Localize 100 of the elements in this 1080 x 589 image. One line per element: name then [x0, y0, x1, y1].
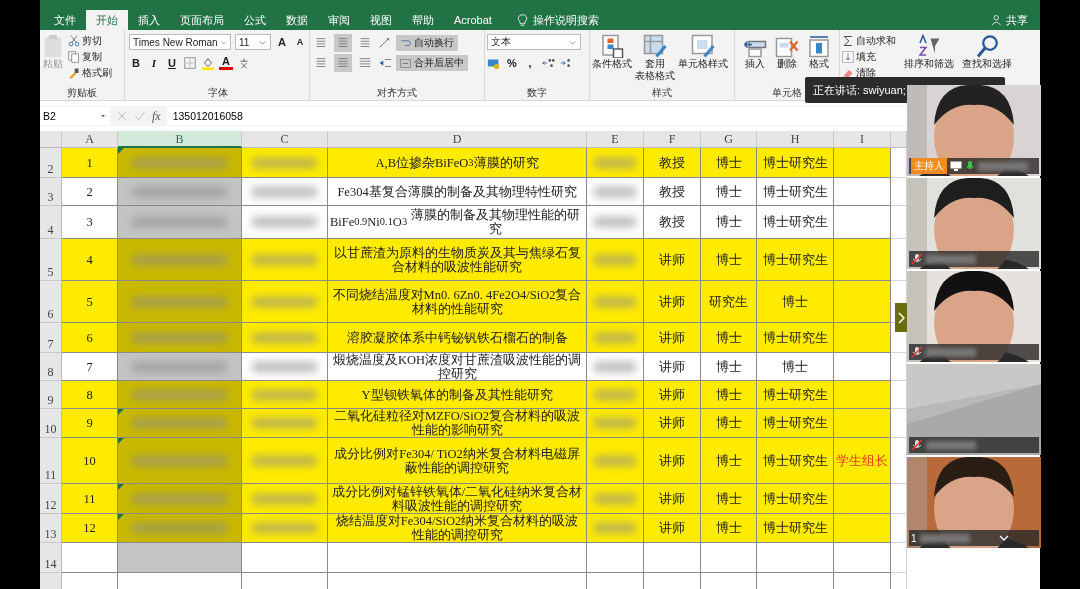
delete-cells-button[interactable]: 删除: [775, 34, 799, 86]
row-header[interactable]: 4: [40, 206, 62, 239]
row-header[interactable]: 7: [40, 323, 62, 353]
scissors-icon[interactable]: [68, 35, 80, 47]
column-header[interactable]: D: [328, 131, 587, 148]
wrap-text-button[interactable]: 自动换行: [396, 35, 458, 51]
row-header[interactable]: 5: [40, 239, 62, 281]
format-as-table-button[interactable]: 套用 表格格式: [635, 34, 675, 86]
copy-button[interactable]: 复制: [68, 50, 112, 64]
tell-me-search[interactable]: 操作说明搜索: [532, 12, 599, 28]
column-header[interactable]: F: [644, 131, 701, 148]
row-header[interactable]: 3: [40, 178, 62, 206]
row-header[interactable]: 12: [40, 484, 62, 514]
align-button[interactable]: [334, 54, 352, 72]
person-icon[interactable]: [991, 14, 1003, 26]
indent-icon[interactable]: [378, 56, 392, 70]
ribbon-tab[interactable]: 插入: [128, 10, 170, 30]
borders-icon[interactable]: [183, 56, 197, 70]
merge-icon[interactable]: [400, 57, 411, 69]
table-cell: 博士: [701, 381, 757, 409]
mic-icon[interactable]: [965, 160, 975, 172]
column-header[interactable]: H: [757, 131, 834, 148]
check-icon[interactable]: [134, 110, 146, 122]
clipboard-icon[interactable]: [42, 34, 64, 58]
shrink-font-button[interactable]: A: [293, 37, 307, 47]
font-size-field[interactable]: 11: [235, 34, 271, 50]
table-cell: 研究生: [701, 281, 757, 323]
cell-style-icon[interactable]: [691, 34, 715, 58]
insert-function-button[interactable]: fx: [152, 108, 161, 124]
ribbon-tab[interactable]: Acrobat: [444, 10, 502, 30]
format-painter-button[interactable]: 格式刷: [68, 66, 112, 80]
screen-share-icon[interactable]: [950, 161, 962, 171]
row-header[interactable]: 2: [40, 148, 62, 178]
row-header[interactable]: 11: [40, 438, 62, 484]
chevron-down-icon[interactable]: [999, 535, 1009, 541]
underline-button[interactable]: U: [165, 57, 179, 69]
orientation-icon[interactable]: [378, 36, 392, 50]
table-cell: Y型钡铁氧体的制备及其性能研究: [328, 381, 587, 409]
muted-mic-icon[interactable]: [911, 253, 923, 265]
decimal-decrease-icon[interactable]: [559, 56, 573, 70]
cell-styles-button[interactable]: 单元格样式: [678, 34, 728, 86]
grow-font-button[interactable]: A: [275, 36, 289, 48]
ribbon-tab[interactable]: 文件: [44, 10, 86, 30]
ribbon-tab[interactable]: 视图: [360, 10, 402, 30]
align-button[interactable]: [334, 34, 352, 52]
font-color-button[interactable]: A: [219, 56, 233, 70]
sigma-icon[interactable]: [842, 35, 854, 47]
comma-button[interactable]: ,: [523, 57, 537, 69]
ribbon-tab[interactable]: 数据: [276, 10, 318, 30]
muted-mic-icon[interactable]: [911, 439, 923, 451]
number-format-field[interactable]: 文本: [487, 34, 581, 50]
copy-icon[interactable]: [68, 51, 80, 63]
ribbon-tab[interactable]: 审阅: [318, 10, 360, 30]
merge-center-button[interactable]: 合并后居中: [396, 55, 468, 71]
share-button[interactable]: 共享: [1006, 12, 1028, 28]
row-header[interactable]: 9: [40, 381, 62, 409]
conditional-format-icon[interactable]: [600, 34, 624, 58]
collapse-panel-button[interactable]: [895, 303, 907, 332]
conditional-format-button[interactable]: 条件格式: [592, 34, 632, 86]
table-brush-icon[interactable]: [643, 34, 667, 58]
table-cell: [834, 543, 891, 573]
column-header[interactable]: I: [834, 131, 891, 148]
sort-filter-icon[interactable]: [917, 34, 941, 58]
table-cell: [834, 409, 891, 438]
fill-button[interactable]: 填充: [842, 50, 896, 64]
name-box[interactable]: B2: [40, 107, 110, 125]
font-name-field[interactable]: Times New Roman: [129, 34, 231, 50]
muted-mic-icon[interactable]: [911, 346, 923, 358]
row-header[interactable]: 14: [40, 543, 62, 573]
bold-button[interactable]: B: [129, 57, 143, 69]
row-header[interactable]: 8: [40, 353, 62, 381]
cut-button[interactable]: 剪切: [68, 34, 112, 48]
ribbon-tab[interactable]: 开始: [86, 10, 128, 30]
row-header[interactable]: 10: [40, 409, 62, 438]
ribbon-tab[interactable]: 帮助: [402, 10, 444, 30]
table-cell: 烧结温度对Fe304/SiO2纳米复合材料的吸波性能的调控研究: [328, 514, 587, 543]
row-header[interactable]: 6: [40, 281, 62, 323]
ribbon-tab[interactable]: 页面布局: [170, 10, 234, 30]
column-header[interactable]: A: [62, 131, 118, 148]
autosum-button[interactable]: 自动求和: [842, 34, 896, 48]
column-header[interactable]: C: [242, 131, 328, 148]
percent-button[interactable]: %: [505, 57, 519, 69]
column-width-icon[interactable]: [807, 34, 831, 58]
column-header[interactable]: G: [701, 131, 757, 148]
lightbulb-icon[interactable]: [515, 13, 529, 27]
fill-down-icon[interactable]: [842, 51, 854, 63]
formula-field[interactable]: 135012016058: [166, 107, 907, 125]
italic-button[interactable]: I: [147, 57, 161, 69]
insert-cells-button[interactable]: 插入: [743, 34, 767, 86]
brush-icon[interactable]: [68, 67, 80, 79]
wrap-icon[interactable]: [400, 37, 411, 49]
column-header[interactable]: B: [118, 131, 242, 148]
decimal-increase-icon[interactable]: [541, 56, 555, 70]
row-header[interactable]: 13: [40, 514, 62, 543]
search-icon[interactable]: [975, 34, 999, 58]
table-cell: 博士研究生: [757, 438, 834, 484]
ribbon-tab[interactable]: 公式: [234, 10, 276, 30]
caret-icon[interactable]: [99, 112, 107, 120]
column-header[interactable]: E: [587, 131, 644, 148]
fill-color-icon[interactable]: [201, 56, 215, 70]
